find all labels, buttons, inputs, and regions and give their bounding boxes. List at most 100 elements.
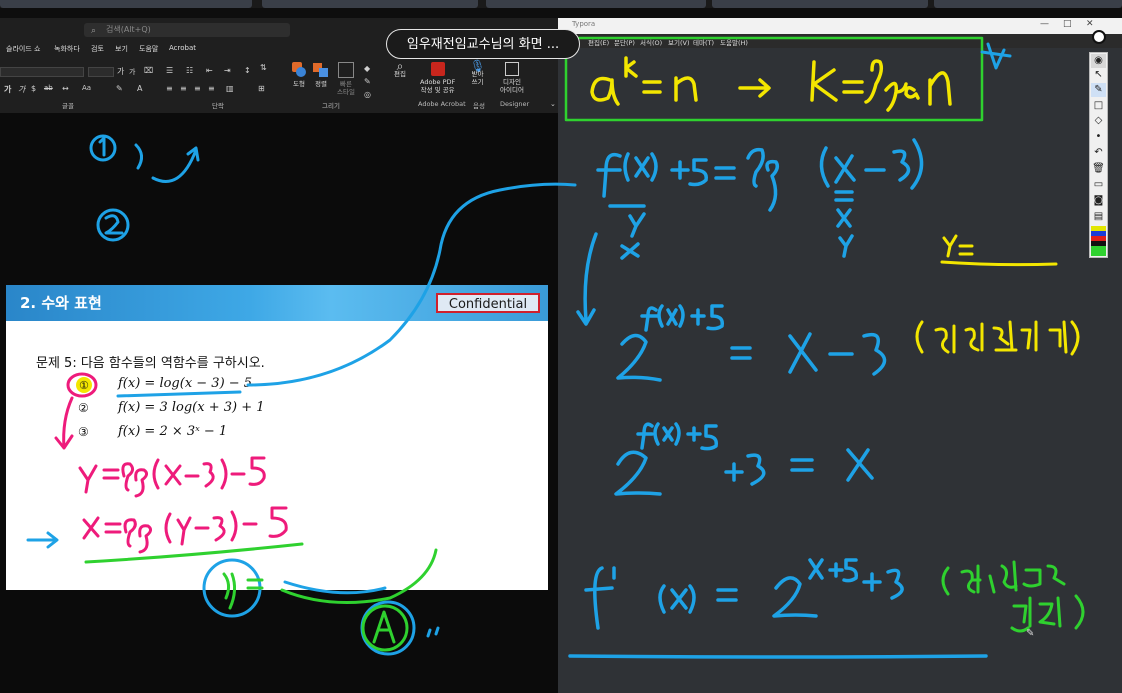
pen-icon[interactable]: ✎ [1091, 83, 1106, 97]
maximize-button[interactable]: □ [1063, 19, 1072, 29]
italic-button[interactable]: 가 [18, 84, 25, 95]
minimize-button[interactable]: — [1040, 19, 1049, 29]
dictate-label: 받아 쓰기 [471, 70, 484, 86]
eye-icon[interactable]: ◉ [1091, 54, 1106, 68]
menu-record[interactable]: 녹화하다 [54, 44, 80, 54]
highlight-icon[interactable]: ✎ [116, 84, 123, 93]
adobe-pdf-icon [430, 62, 445, 76]
shape-fill-icon[interactable]: ◆ [364, 64, 370, 73]
item-number: ① [78, 377, 89, 391]
font-size-increase-button[interactable]: 가 [117, 66, 124, 77]
clipboard-icon[interactable]: ▤ [1091, 210, 1106, 224]
participant-strip [0, 0, 1122, 8]
group-label-drawing: 그리기 [322, 102, 340, 110]
font-family-dropdown[interactable] [0, 67, 84, 77]
bold-button[interactable]: 가 [4, 84, 11, 95]
undo-icon[interactable]: ↶ [1091, 146, 1106, 160]
adobe-pdf-label: Adobe PDF 작성 및 공유 [420, 78, 456, 94]
rectangle-icon[interactable]: □ [1091, 99, 1106, 113]
line-spacing-icon[interactable]: ↕ [244, 66, 251, 75]
menu-help[interactable]: 도움말 [139, 44, 158, 54]
font-size-decrease-button[interactable]: 가 [129, 67, 135, 77]
quick-styles-button[interactable]: 빠른 스타일 [337, 62, 355, 96]
quick-styles-icon [337, 62, 354, 78]
menu-edit[interactable]: 편집(E) [588, 37, 609, 47]
item-number: ② [78, 401, 89, 415]
arrange-label: 정렬 [315, 80, 327, 88]
menu-view[interactable]: 보기(V) [668, 37, 689, 47]
align-center-icon[interactable]: ≡ [180, 84, 187, 93]
find-icon: ⌕ [396, 59, 404, 73]
align-right-icon[interactable]: ≡ [194, 84, 201, 93]
edit-label: 편집 [394, 70, 406, 78]
menu-help[interactable]: 도움말(H) [720, 37, 748, 47]
cursor-icon[interactable]: ↖ [1091, 68, 1106, 82]
menu-format[interactable]: 서식(O) [640, 37, 662, 47]
annotation-pin-icon[interactable] [1092, 30, 1106, 44]
indent-increase-icon[interactable]: ⇥ [224, 66, 231, 75]
shapes-button[interactable]: 도형 [288, 62, 310, 88]
designer-icon [504, 62, 519, 76]
group-label-paragraph: 단락 [212, 102, 224, 110]
color-swatch[interactable] [1091, 246, 1106, 256]
participant-thumbnail[interactable] [486, 0, 706, 8]
strikethrough-button[interactable]: ab [44, 84, 53, 92]
designer-button[interactable]: 디자인 아이디어 [500, 62, 524, 94]
convert-smartart-icon[interactable]: ⊞ [258, 84, 265, 93]
menu-slideshow[interactable]: 슬라이드 쇼 [6, 44, 40, 54]
columns-icon[interactable]: ▥ [226, 84, 234, 93]
dot-icon[interactable]: • [1091, 130, 1106, 144]
eraser-icon[interactable]: ◇ [1091, 114, 1106, 128]
item-function: f(x) = 2 × 3ˣ − 1 [118, 424, 228, 439]
monitor-icon[interactable]: ▭ [1091, 178, 1106, 192]
menu-acrobat[interactable]: Acrobat [169, 44, 196, 52]
dictate-button[interactable]: 🎙 받아 쓰기 [470, 60, 485, 86]
group-label-acrobat: Adobe Acrobat [418, 100, 466, 108]
clear-format-icon[interactable]: ⌧ [144, 66, 153, 75]
question-text: 문제 5: 다음 함수들의 역함수를 구하시오. [36, 356, 265, 371]
participant-thumbnail[interactable] [712, 0, 928, 8]
participant-thumbnail[interactable] [0, 0, 252, 8]
align-left-icon[interactable]: ≡ [166, 84, 173, 93]
text-direction-icon[interactable]: ⇅ [260, 63, 267, 72]
shapes-label: 도형 [293, 80, 305, 88]
item-function: f(x) = 3 log(x + 3) + 1 [118, 400, 265, 415]
group-label-designer: Designer [500, 100, 530, 108]
trash-icon[interactable]: 🗑 [1091, 162, 1106, 176]
bullets-icon[interactable]: ☰ [166, 66, 173, 75]
shape-outline-icon[interactable]: ✎ [364, 77, 371, 86]
quick-styles-label: 빠른 스타일 [337, 80, 355, 96]
participant-thumbnail[interactable] [262, 0, 478, 8]
group-label-voice: 음성 [473, 102, 485, 110]
currency-button[interactable]: $ [31, 84, 36, 93]
participant-thumbnail[interactable] [934, 0, 1122, 8]
justify-icon[interactable]: ≡ [208, 84, 215, 93]
whiteboard-window [558, 18, 1122, 693]
ppt-search-input[interactable]: ⌕ 검색(Alt+Q) [84, 23, 290, 37]
menu-review[interactable]: 검토 [91, 44, 104, 54]
search-placeholder: 검색(Alt+Q) [106, 25, 151, 34]
pencil-cursor-icon: ✎ [1026, 628, 1035, 639]
char-spacing-icon[interactable]: ↔ [62, 84, 69, 93]
whiteboard-titlebar [558, 18, 1122, 34]
whiteboard-title: Typora [572, 20, 596, 28]
change-case-button[interactable]: Aa [82, 84, 91, 92]
edit-button[interactable]: ⌕ 편집 [394, 59, 406, 78]
slide: 2. 수와 표현 Confidential 문제 5: 다음 함수들의 역함수를… [6, 285, 548, 590]
close-button[interactable]: ✕ [1086, 19, 1094, 29]
group-label-font: 글꼴 [62, 102, 74, 110]
shapes-icon [288, 62, 310, 78]
menu-paragraph[interactable]: 문단(P) [614, 37, 635, 47]
ribbon-collapse-icon[interactable]: ⌄ [550, 100, 556, 108]
menu-theme[interactable]: 테마(T) [693, 37, 714, 47]
screen-share-banner[interactable]: 임우재전임교수님의 화면 ... [386, 29, 580, 59]
font-color-icon[interactable]: A [137, 84, 142, 93]
numbering-icon[interactable]: ☷ [186, 66, 193, 75]
arrange-button[interactable]: 정렬 [312, 62, 330, 88]
indent-decrease-icon[interactable]: ⇤ [206, 66, 213, 75]
adobe-pdf-button[interactable]: Adobe PDF 작성 및 공유 [420, 62, 455, 94]
menu-view[interactable]: 보기 [115, 44, 128, 54]
font-size-dropdown[interactable] [88, 67, 114, 77]
shape-effects-icon[interactable]: ◎ [364, 90, 371, 99]
camera-icon[interactable]: ◙ [1091, 194, 1106, 208]
